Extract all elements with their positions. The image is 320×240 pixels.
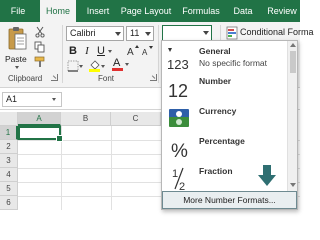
svg-text:12: 12: [168, 81, 188, 101]
row-header[interactable]: 4: [0, 168, 18, 182]
font-color-swatch: [112, 68, 123, 71]
arrow-down-icon: [258, 165, 276, 186]
svg-text:123: 123: [167, 57, 189, 71]
fraction-icon: 1 2: [165, 165, 193, 193]
format-option-title: Currency: [199, 106, 237, 116]
tab-formulas[interactable]: Formulas: [178, 0, 224, 22]
tab-insert[interactable]: Insert: [80, 0, 116, 22]
number-format-box[interactable]: [162, 25, 212, 41]
number-format-dropdown: 123 General No specific format 12 Number…: [161, 40, 298, 210]
cut-button[interactable]: [34, 26, 46, 38]
paint-bucket-icon: [89, 60, 105, 72]
borders-button[interactable]: [67, 60, 83, 72]
chevron-down-icon: [203, 31, 209, 35]
tab-file[interactable]: File: [4, 0, 32, 22]
underline-button[interactable]: U: [95, 44, 107, 58]
ribbon-tab-bar: File Home Insert Page Layout Formulas Da…: [0, 0, 300, 22]
paste-icon: [8, 27, 27, 50]
row-header[interactable]: 1: [0, 126, 18, 140]
ribbon-separator: [62, 25, 63, 83]
font-dialog-launcher[interactable]: [150, 74, 157, 81]
currency-icon: [165, 105, 193, 131]
conditional-formatting-label: Conditional Forma: [240, 27, 314, 37]
format-option-title: Fraction: [199, 166, 233, 176]
general-123-icon: 123: [165, 45, 193, 72]
tab-home[interactable]: Home: [40, 0, 76, 22]
gridline: [111, 126, 112, 210]
format-option-title: Percentage: [199, 136, 245, 146]
format-option-subtitle: No specific format: [199, 58, 268, 68]
svg-text:A: A: [142, 48, 148, 57]
tab-data[interactable]: Data: [228, 0, 258, 22]
percent-icon: %: [165, 135, 193, 162]
font-group-label: Font: [98, 74, 115, 83]
select-all-corner[interactable]: [0, 112, 18, 126]
italic-button[interactable]: I: [81, 44, 93, 58]
column-header[interactable]: C: [111, 112, 161, 126]
svg-text:%: %: [171, 141, 188, 161]
svg-text:A: A: [127, 47, 134, 58]
font-size-value: 11: [130, 28, 140, 38]
chevron-down-icon[interactable]: [52, 98, 56, 101]
format-option-number[interactable]: 12 Number: [162, 73, 288, 103]
format-option-percentage[interactable]: % Percentage: [162, 133, 288, 163]
dropdown-scrollbar[interactable]: [287, 41, 297, 191]
svg-text:2: 2: [179, 181, 185, 191]
chevron-down-icon: [145, 32, 151, 36]
tab-page-layout[interactable]: Page Layout: [118, 0, 174, 22]
fill-color-button[interactable]: [88, 60, 106, 72]
scissors-icon: [35, 26, 45, 38]
row-header[interactable]: 3: [0, 154, 18, 168]
svg-text:1: 1: [172, 168, 178, 180]
column-header[interactable]: A: [18, 112, 61, 126]
chevron-down-icon: [115, 32, 121, 36]
format-painter-button[interactable]: [34, 56, 46, 68]
row-header[interactable]: 5: [0, 182, 18, 196]
font-name-value: Calibri: [70, 28, 96, 38]
row-header[interactable]: 2: [0, 140, 18, 154]
conditional-formatting-icon: [226, 26, 238, 40]
paste-dropdown-caret: [15, 66, 19, 69]
underline-dropdown-caret[interactable]: [108, 50, 112, 53]
conditional-formatting-button[interactable]: Conditional Forma: [226, 25, 314, 41]
more-number-formats-button[interactable]: More Number Formats...: [162, 191, 297, 209]
font-size-icon: A A: [127, 45, 153, 58]
scrollbar-arrows: [290, 43, 296, 187]
copy-button[interactable]: [34, 41, 46, 53]
clipboard-dialog-launcher[interactable]: [51, 74, 58, 81]
borders-icon: [67, 60, 83, 72]
grow-shrink-font-buttons[interactable]: A A: [126, 44, 156, 58]
format-option-title: Number: [199, 76, 232, 86]
column-header[interactable]: B: [61, 112, 111, 126]
scroll-down-arrow[interactable]: [258, 165, 276, 187]
format-option-title: General: [199, 46, 231, 56]
font-size-box[interactable]: 11: [126, 26, 154, 41]
ribbon-separator: [158, 25, 159, 83]
paste-label: Paste: [5, 54, 27, 64]
tab-review[interactable]: Review: [264, 0, 300, 22]
copy-icon: [34, 41, 45, 53]
bold-button[interactable]: B: [67, 44, 79, 58]
chevron-down-icon: [125, 63, 129, 66]
font-name-box[interactable]: Calibri: [66, 26, 124, 41]
format-painter-icon: [34, 56, 45, 67]
number-12-icon: 12: [165, 75, 193, 101]
format-option-general[interactable]: 123 General No specific format: [162, 43, 288, 73]
active-cell-a1[interactable]: [18, 126, 63, 142]
format-option-currency[interactable]: Currency: [162, 103, 288, 133]
clipboard-group-label: Clipboard: [8, 74, 43, 83]
row-header[interactable]: 6: [0, 196, 18, 210]
paste-button[interactable]: Paste: [4, 24, 30, 70]
font-color-button[interactable]: A: [112, 57, 130, 72]
